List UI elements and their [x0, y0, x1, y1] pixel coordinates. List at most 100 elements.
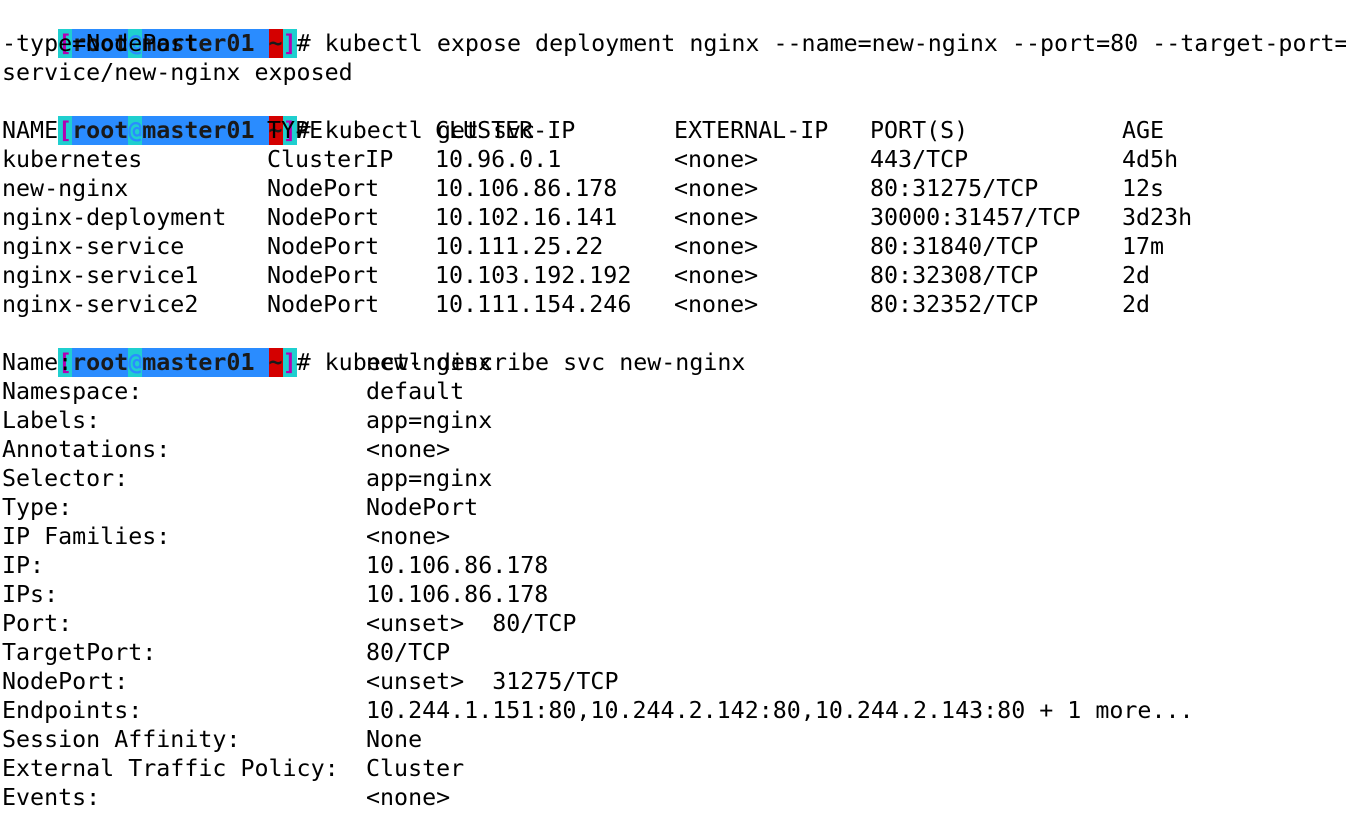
- svc-cell-ports: 80:32308/TCP: [870, 262, 1039, 289]
- svc-cell-external-ip: <none>: [674, 291, 759, 318]
- svc-cell-type: NodePort: [267, 204, 380, 231]
- describe-key: Endpoints:: [2, 697, 143, 724]
- svc-cell-age: 4d5h: [1122, 146, 1179, 173]
- command-output: service/new-nginx exposed: [2, 59, 353, 86]
- svc-cell-type: NodePort: [267, 175, 380, 202]
- svc-cell-external-ip: <none>: [674, 262, 759, 289]
- svc-cell-age: 17m: [1122, 233, 1165, 260]
- describe-field: NodePort: <unset> 31275/TCP: [0, 667, 1346, 696]
- svc-cell-name: new-nginx: [2, 175, 129, 202]
- describe-value: 10.106.86.178: [366, 552, 549, 579]
- describe-key: Events:: [2, 784, 101, 811]
- table-row: nginx-service1 NodePort 10.103.192.192 <…: [0, 261, 1346, 290]
- describe-key: NodePort:: [2, 668, 129, 695]
- describe-key: Name:: [2, 349, 73, 376]
- svc-cell-ports: 80:31275/TCP: [870, 175, 1039, 202]
- describe-value: <unset> 80/TCP: [366, 610, 577, 637]
- svc-cell-name: kubernetes: [2, 146, 143, 173]
- terminal-window[interactable]: [root@master01 ~]# kubectl expose deploy…: [0, 0, 1346, 817]
- describe-field: Session Affinity: None: [0, 725, 1346, 754]
- describe-value: <none>: [366, 436, 451, 463]
- svc-header-cluster-ip: CLUSTER-IP: [435, 117, 576, 144]
- table-row: nginx-service2 NodePort 10.111.154.246 <…: [0, 290, 1346, 319]
- describe-field: IPs: 10.106.86.178: [0, 580, 1346, 609]
- describe-field: Endpoints: 10.244.1.151:80,10.244.2.142:8…: [0, 696, 1346, 725]
- svc-cell-name: nginx-service2: [2, 291, 199, 318]
- describe-key: Type:: [2, 494, 73, 521]
- table-row: new-nginx NodePort 10.106.86.178 <none> …: [0, 174, 1346, 203]
- svc-cell-external-ip: <none>: [674, 175, 759, 202]
- svc-header-type: TYPE: [267, 117, 324, 144]
- describe-value: NodePort: [366, 494, 479, 521]
- svc-cell-age: 2d: [1122, 262, 1151, 289]
- describe-key: Selector:: [2, 465, 129, 492]
- table-row: nginx-service NodePort 10.111.25.22 <non…: [0, 232, 1346, 261]
- describe-key: TargetPort:: [2, 639, 157, 666]
- describe-key: Annotations:: [2, 436, 171, 463]
- svc-cell-ports: 30000:31457/TCP: [870, 204, 1081, 231]
- svc-cell-type: NodePort: [267, 233, 380, 260]
- describe-key: IP:: [2, 552, 45, 579]
- describe-value: new-nginx: [366, 349, 493, 376]
- describe-field: Labels: app=nginx: [0, 406, 1346, 435]
- describe-value: <none>: [366, 784, 451, 811]
- svc-cell-ports: 80:31840/TCP: [870, 233, 1039, 260]
- svc-cell-external-ip: <none>: [674, 146, 759, 173]
- command-text-wrap: -type=NodePort: [2, 30, 199, 57]
- svc-header-ports: PORT(S): [870, 117, 969, 144]
- svc-cell-cluster-ip: 10.111.25.22: [435, 233, 604, 260]
- describe-key: IP Families:: [2, 523, 171, 550]
- describe-field: TargetPort: 80/TCP: [0, 638, 1346, 667]
- describe-key: IPs:: [2, 581, 59, 608]
- terminal-line-describe-command: [root@master01 ~]# kubectl describe svc …: [0, 319, 1346, 377]
- terminal-line-get-svc-command: [root@master01 ~]# kubectl get svc: [0, 87, 1346, 145]
- svc-cell-cluster-ip: 10.103.192.192: [435, 262, 632, 289]
- svc-cell-name: nginx-deployment: [2, 204, 227, 231]
- svc-cell-cluster-ip: 10.96.0.1: [435, 146, 562, 173]
- describe-field: IP Families: <none>: [0, 522, 1346, 551]
- svc-cell-external-ip: <none>: [674, 233, 759, 260]
- describe-value: 10.244.1.151:80,10.244.2.142:80,10.244.2…: [366, 697, 1194, 724]
- table-row: nginx-deployment NodePort 10.102.16.141 …: [0, 203, 1346, 232]
- svc-cell-name: nginx-service1: [2, 262, 199, 289]
- svc-cell-ports: 443/TCP: [870, 146, 969, 173]
- describe-key: Namespace:: [2, 378, 143, 405]
- describe-field: Selector: app=nginx: [0, 464, 1346, 493]
- svc-cell-external-ip: <none>: [674, 204, 759, 231]
- terminal-line-expose-output: service/new-nginx exposed: [0, 58, 1346, 87]
- svc-cell-type: NodePort: [267, 291, 380, 318]
- describe-field: Events: <none>: [0, 783, 1346, 812]
- describe-value: app=nginx: [366, 465, 493, 492]
- svc-header-name: NAME: [2, 117, 59, 144]
- terminal-line-expose-command: [root@master01 ~]# kubectl expose deploy…: [0, 0, 1346, 58]
- svc-cell-ports: 80:32352/TCP: [870, 291, 1039, 318]
- svc-header-external-ip: EXTERNAL-IP: [674, 117, 829, 144]
- svc-cell-name: nginx-service: [2, 233, 185, 260]
- svc-cell-age: 12s: [1122, 175, 1165, 202]
- describe-value: app=nginx: [366, 407, 493, 434]
- describe-value: default: [366, 378, 465, 405]
- svc-table-header: NAME TYPE CLUSTER-IP EXTERNAL-IP PORT(S)…: [0, 116, 1346, 145]
- svc-cell-age: 2d: [1122, 291, 1151, 318]
- table-row: kubernetes ClusterIP 10.96.0.1 <none> 44…: [0, 145, 1346, 174]
- describe-value: 10.106.86.178: [366, 581, 549, 608]
- svc-header-age: AGE: [1122, 117, 1165, 144]
- describe-field: Namespace: default: [0, 377, 1346, 406]
- svc-cell-age: 3d23h: [1122, 204, 1193, 231]
- terminal-line-expose-command-wrap: -type=NodePort: [0, 29, 1346, 58]
- svc-cell-cluster-ip: 10.111.154.246: [435, 291, 632, 318]
- describe-field: Port: <unset> 80/TCP: [0, 609, 1346, 638]
- describe-field: Annotations: <none>: [0, 435, 1346, 464]
- svc-cell-cluster-ip: 10.102.16.141: [435, 204, 618, 231]
- describe-key: Port:: [2, 610, 73, 637]
- svc-cell-type: ClusterIP: [267, 146, 394, 173]
- describe-field: IP: 10.106.86.178: [0, 551, 1346, 580]
- describe-field: Name: new-nginx: [0, 348, 1346, 377]
- describe-value: Cluster: [366, 755, 465, 782]
- describe-field: External Traffic Policy: Cluster: [0, 754, 1346, 783]
- describe-key: Session Affinity:: [2, 726, 241, 753]
- describe-key: External Traffic Policy:: [2, 755, 339, 782]
- describe-key: Labels:: [2, 407, 101, 434]
- describe-value: 80/TCP: [366, 639, 451, 666]
- svc-cell-cluster-ip: 10.106.86.178: [435, 175, 618, 202]
